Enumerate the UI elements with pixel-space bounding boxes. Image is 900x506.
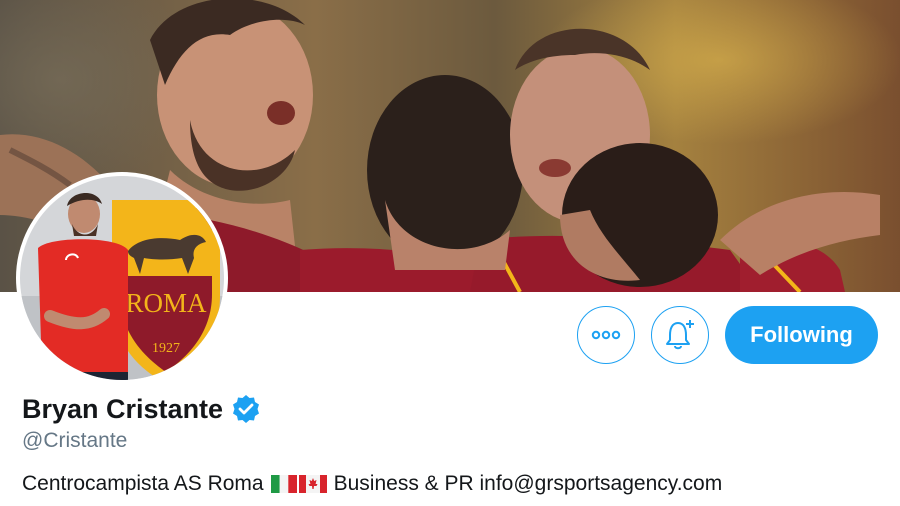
profile-name-row: Bryan Cristante [22,389,261,429]
profile-avatar[interactable]: ROMA 1927 [16,172,228,384]
notifications-button[interactable] [651,306,709,364]
profile-bio: Centrocampista AS Roma Business & PR inf… [22,472,722,496]
ellipsis-icon [591,330,621,340]
bell-plus-icon [666,320,694,350]
crest-year: 1927 [152,341,180,356]
crest-text: ROMA [125,288,207,318]
more-options-button[interactable] [577,306,635,364]
avatar-photo: ROMA 1927 [20,176,224,380]
flag-canada-icon [298,475,327,493]
bio-text-contact: Business & PR info@grsportsagency.com [333,472,723,495]
flag-italy-icon [270,475,297,493]
verified-badge-icon [233,395,260,423]
display-name: Bryan Cristante [22,393,224,424]
following-button[interactable]: Following [725,306,878,364]
bio-text-role: Centrocampista AS Roma [22,472,264,495]
profile-handle: @Cristante [22,429,128,452]
